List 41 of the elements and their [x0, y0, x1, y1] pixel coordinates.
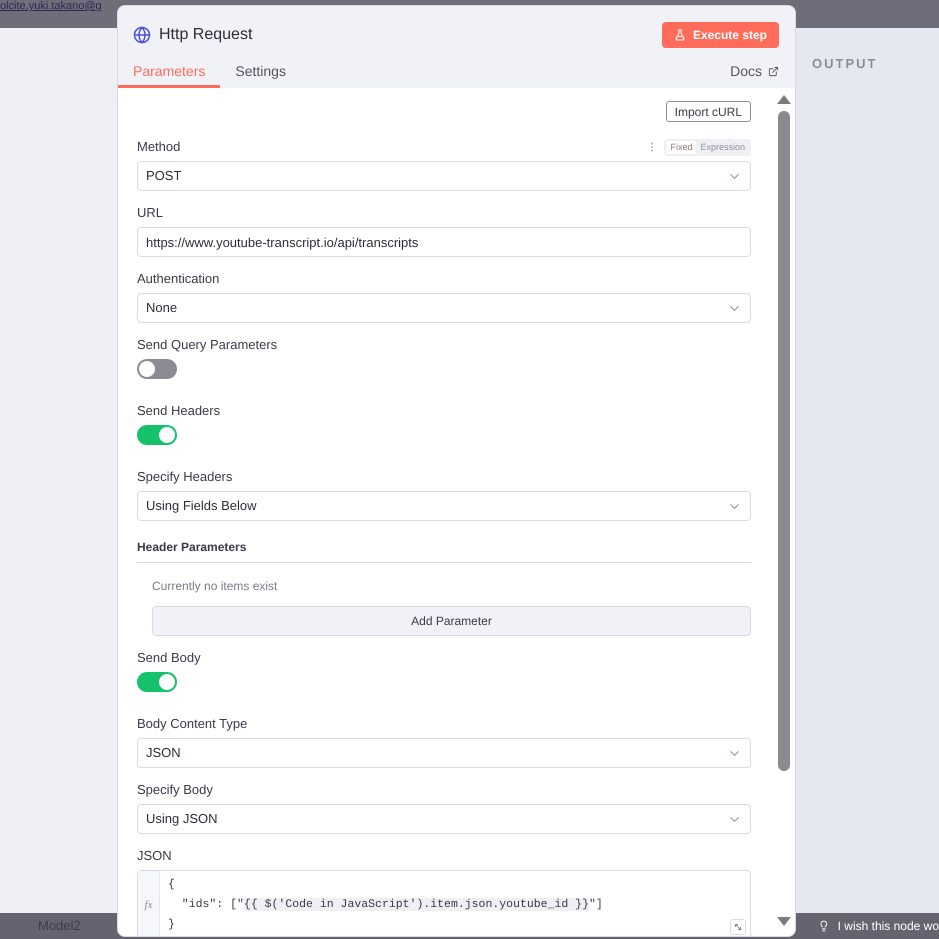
select-field[interactable]: None: [137, 293, 751, 323]
toggle-switch[interactable]: [137, 672, 177, 692]
field-label: JSON: [137, 847, 172, 866]
output-heading: OUTPUT: [812, 56, 878, 71]
field-label: URL: [137, 204, 164, 222]
code-line: {: [168, 877, 176, 893]
empty-message: Currently no items exist: [152, 578, 278, 595]
external-link-icon: [768, 66, 779, 76]
field-label: Specify Body: [137, 781, 213, 800]
field-label: Method: [137, 138, 180, 156]
field-label: Send Body: [137, 649, 201, 668]
url-input[interactable]: https://www.youtube-transcript.io/api/transcripts: [137, 227, 751, 257]
select-field[interactable]: POST: [137, 161, 751, 191]
globe-icon: [133, 26, 151, 44]
field-label: Send Query Parameters: [137, 336, 278, 354]
code-line: "ids": ["{{ $('Code in JavaScript').item.json.youtube_id }}"]: [180, 897, 603, 913]
code-editor[interactable]: fx { "ids": ["{{ $('Code in JavaScript').item.json.youtube_id }}"] }: [137, 870, 751, 936]
field-label: Specify Headers: [137, 468, 232, 486]
node-title: Http Request: [159, 25, 252, 45]
tab[interactable]: Settings: [220, 58, 301, 88]
mode-option[interactable]: Fixed: [666, 140, 696, 154]
scroll-up-icon[interactable]: [777, 95, 791, 104]
field-label: Send Headers: [137, 402, 220, 420]
docs-link[interactable]: Docs: [730, 60, 762, 82]
expand-icon[interactable]: [730, 919, 746, 935]
toggle-switch[interactable]: [137, 359, 177, 379]
import-curl-button[interactable]: Import cURL: [666, 101, 751, 122]
field-label: Body Content Type: [137, 715, 248, 734]
fx-label: fx: [144, 898, 152, 913]
scroll-down-icon[interactable]: [777, 917, 791, 926]
section-title: Header Parameters: [137, 540, 246, 554]
field-label: Authentication: [137, 270, 220, 288]
flask-icon: [674, 29, 686, 41]
toggle-switch[interactable]: [137, 425, 177, 445]
feedback-text[interactable]: I wish this node wo: [838, 917, 939, 935]
select-field[interactable]: JSON: [137, 738, 751, 768]
add-parameter-button[interactable]: Add Parameter: [152, 606, 751, 636]
code-line: }: [168, 917, 176, 933]
lightbulb-icon: [818, 920, 830, 932]
select-field[interactable]: Using JSON: [137, 804, 751, 834]
select-field[interactable]: Using Fields Below: [137, 491, 751, 521]
